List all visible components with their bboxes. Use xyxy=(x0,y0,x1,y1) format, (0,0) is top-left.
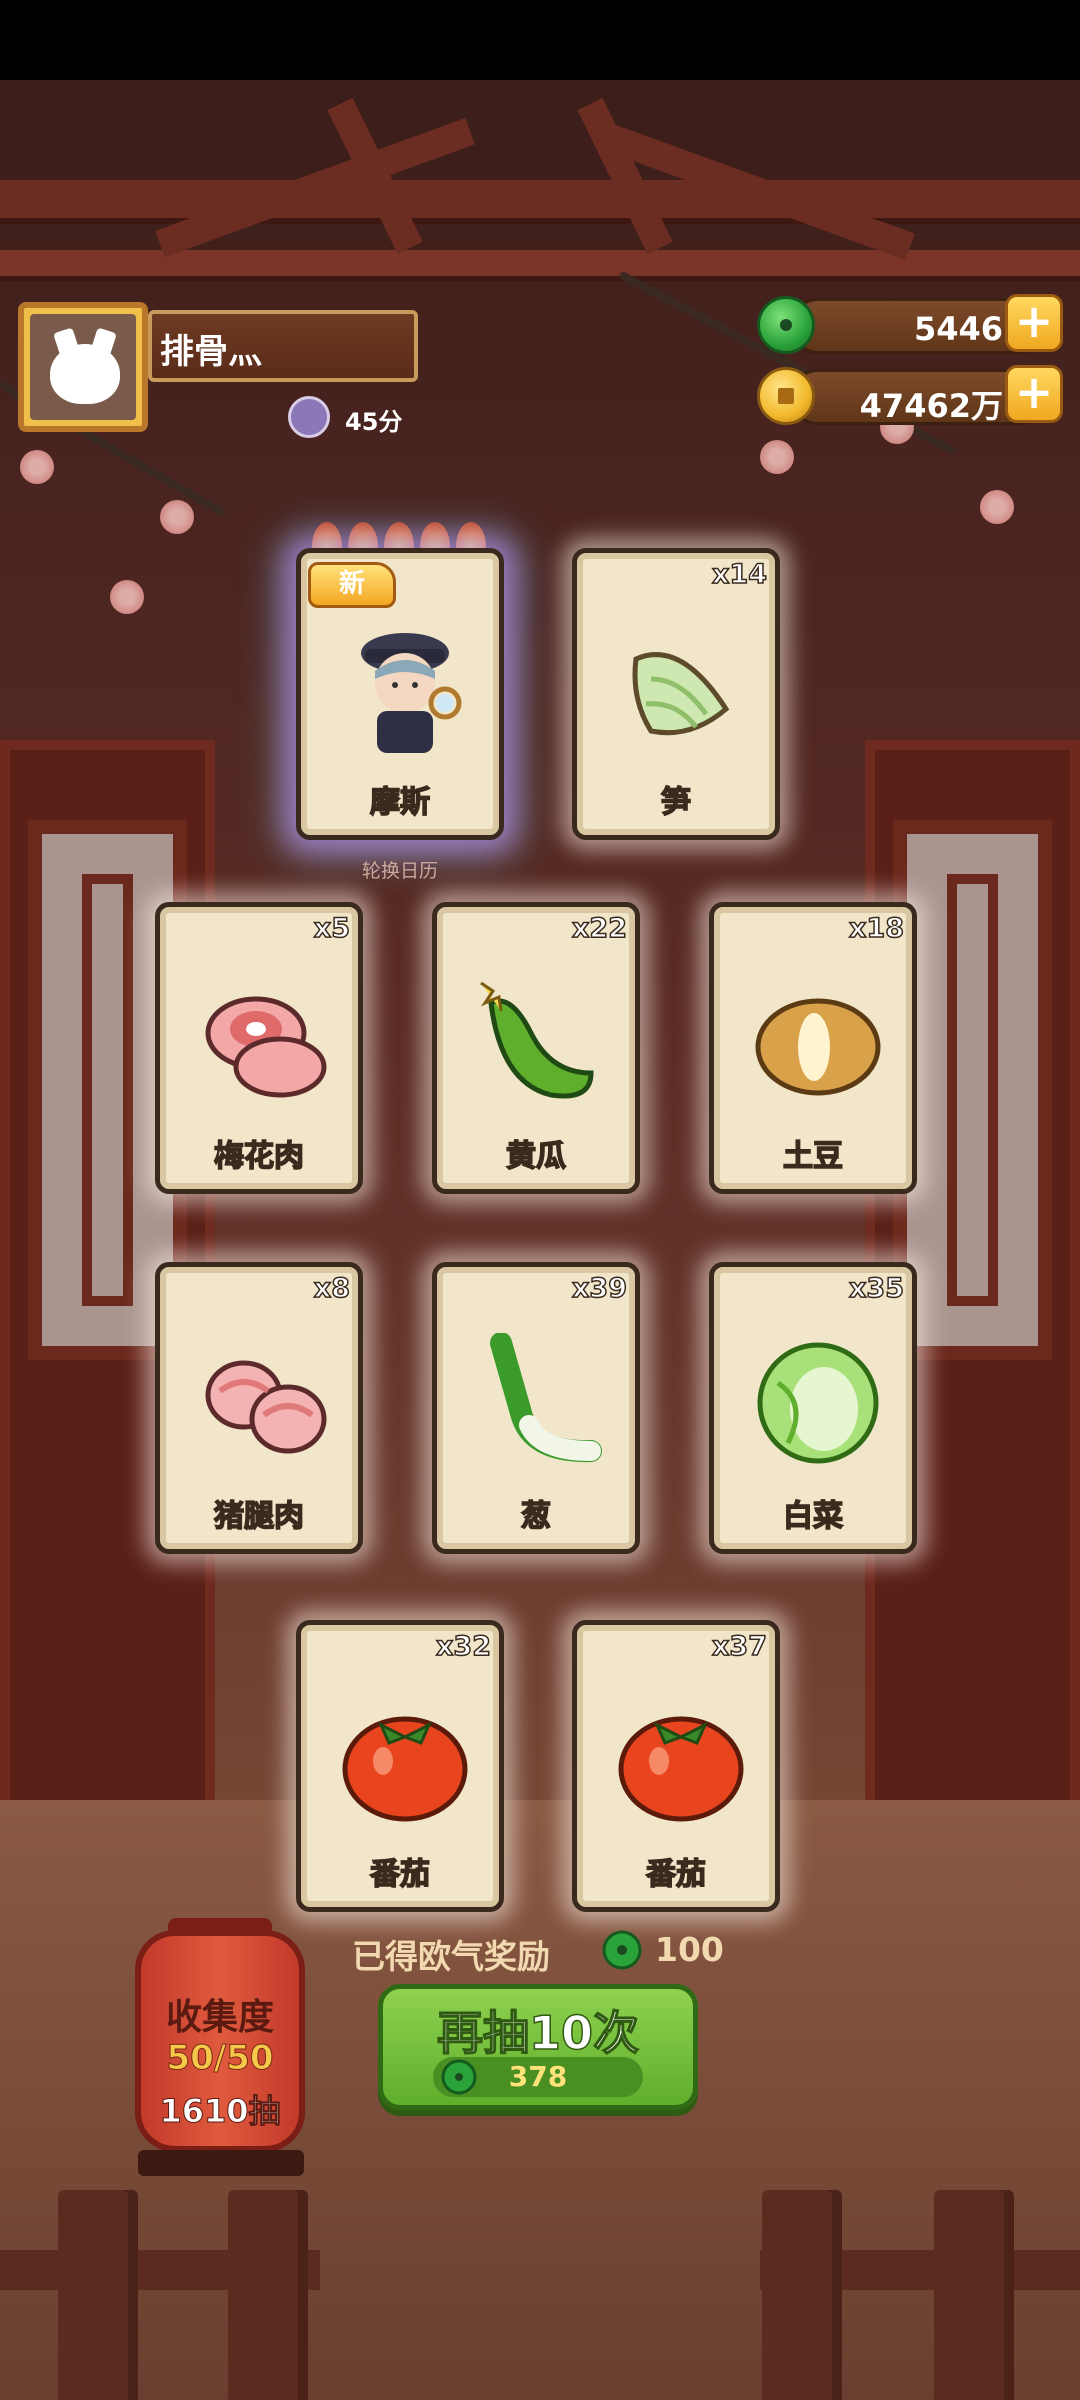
player-score: 45分 xyxy=(345,408,403,436)
item-count: x8 xyxy=(313,1272,351,1305)
cucumber-icon xyxy=(480,981,594,1099)
scallion-icon xyxy=(490,1333,602,1463)
item-count: x22 xyxy=(571,912,628,945)
card-label: 土豆 xyxy=(782,1138,844,1175)
detective-character-icon xyxy=(361,633,462,753)
item-count: x32 xyxy=(435,1630,492,1663)
railing-post xyxy=(58,2190,138,2400)
card-label: 白菜 xyxy=(782,1498,844,1535)
item-count: x39 xyxy=(571,1272,628,1305)
new-badge: 新 xyxy=(308,562,396,608)
result-card-item[interactable]: x8 猪腿肉 xyxy=(155,1262,363,1554)
card-label: 摩斯 xyxy=(369,784,431,821)
card-label: 梅花肉 xyxy=(213,1138,305,1175)
result-card-item[interactable]: x32 番茄 xyxy=(296,1620,504,1912)
card-label: 黄瓜 xyxy=(505,1138,567,1175)
add-jade-button[interactable]: + xyxy=(1005,294,1063,352)
pork-shoulder-icon xyxy=(205,996,327,1098)
jade-amount: 5446 xyxy=(913,310,1003,348)
card-label: 葱 xyxy=(520,1498,552,1535)
result-card-item[interactable]: x22 黄瓜 xyxy=(432,902,640,1194)
result-card-item[interactable]: x39 葱 xyxy=(432,1262,640,1554)
draw-cost: 378 xyxy=(508,2060,568,2093)
card-caption: 轮换日历 xyxy=(361,860,438,882)
collection-lantern-button[interactable]: 收集度 50/50 1610抽 xyxy=(135,1930,305,2152)
item-count: x18 xyxy=(848,912,905,945)
blossom xyxy=(980,490,1014,524)
potato-icon xyxy=(755,998,881,1096)
result-card-item[interactable]: x37 番茄 xyxy=(572,1620,780,1912)
collection-progress: 50/50 xyxy=(166,2038,274,2079)
avatar-image xyxy=(30,314,136,420)
bamboo-shoot-icon xyxy=(632,652,730,736)
railing-post xyxy=(934,2190,1014,2400)
player-avatar[interactable] xyxy=(18,302,148,432)
roof-diagonal xyxy=(577,97,673,254)
card-label: 番茄 xyxy=(645,1856,707,1893)
roof-beam-lower xyxy=(0,250,1080,276)
blossom xyxy=(20,450,54,484)
roof-beam xyxy=(0,180,1080,218)
draw-again-label: 再抽10次 xyxy=(436,2005,640,2061)
reward-amount: 100 xyxy=(655,1930,724,1969)
cat-avatar-icon xyxy=(50,344,120,404)
player-name-plate: 排骨灬 xyxy=(148,310,418,382)
pork-leg-icon xyxy=(205,1360,327,1454)
blossom xyxy=(160,500,194,534)
status-bar xyxy=(0,0,1080,80)
railing-post xyxy=(228,2190,308,2400)
coin-amount: 47462万 xyxy=(859,387,1003,425)
jade-icon xyxy=(757,296,815,354)
result-card-item[interactable]: x14 笋 xyxy=(572,548,780,840)
item-count: x35 xyxy=(848,1272,905,1305)
item-count: x14 xyxy=(711,558,768,591)
card-label: 番茄 xyxy=(369,1856,431,1893)
result-card-item[interactable]: x35 白菜 xyxy=(709,1262,917,1554)
item-count: x5 xyxy=(313,912,351,945)
lantern-stand xyxy=(138,2150,304,2176)
railing-post xyxy=(762,2190,842,2400)
cabbage-icon xyxy=(757,1342,879,1464)
tomato-icon xyxy=(618,1716,744,1822)
result-card-item[interactable]: x18 土豆 xyxy=(709,902,917,1194)
collection-draw-count: 1610抽 xyxy=(159,2092,281,2131)
card-label: 笋 xyxy=(660,784,692,821)
player-name: 排骨灬 xyxy=(160,332,262,372)
draw-again-button[interactable]: 再抽10次 378 xyxy=(378,1984,698,2110)
tomato-icon xyxy=(342,1716,468,1822)
item-count: x37 xyxy=(711,1630,768,1663)
score-icon xyxy=(288,396,330,438)
result-card-item[interactable]: x5 梅花肉 xyxy=(155,902,363,1194)
blossom xyxy=(760,440,794,474)
collection-title: 收集度 xyxy=(165,1997,274,2038)
jade-icon xyxy=(602,1930,642,1970)
add-coins-button[interactable]: + xyxy=(1005,365,1063,423)
card-label: 猪腿肉 xyxy=(213,1498,305,1535)
coin-icon xyxy=(757,367,815,425)
reward-label: 已得欧气奖励 xyxy=(352,1937,550,1976)
blossom xyxy=(110,580,144,614)
